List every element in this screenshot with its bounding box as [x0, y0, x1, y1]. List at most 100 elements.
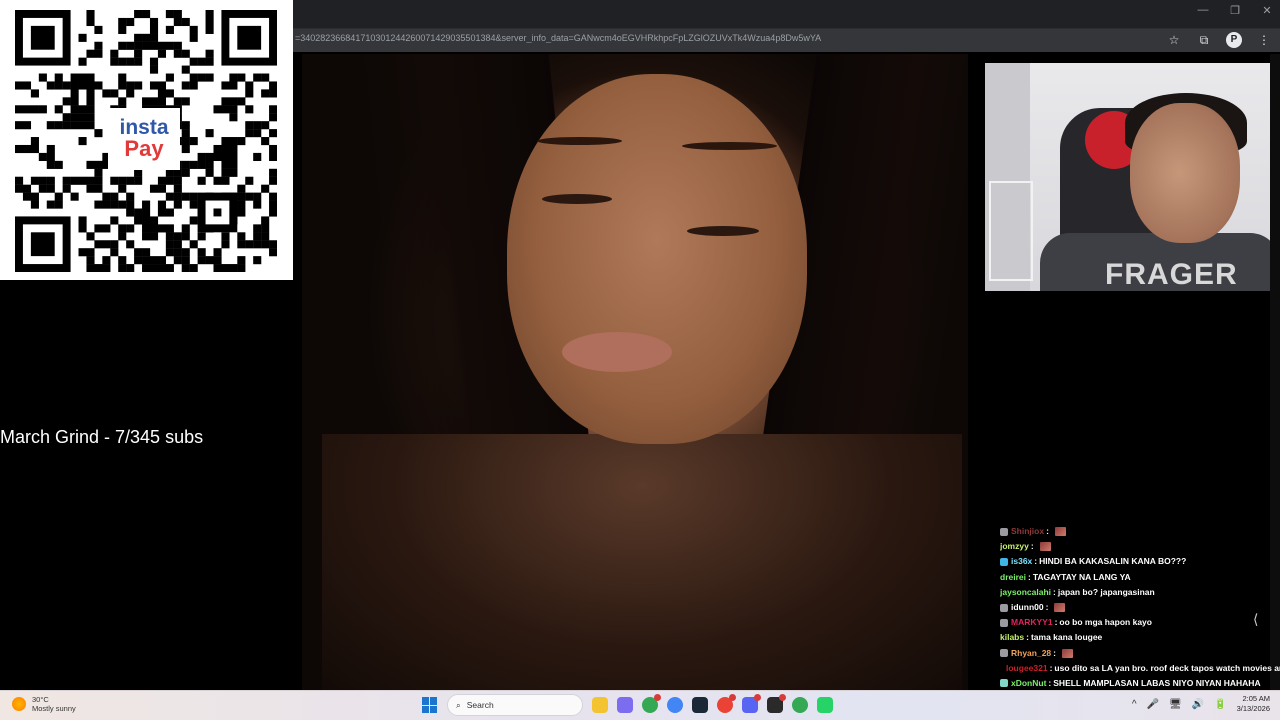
screen: — ❐ ✕ =340282366841710301244260071429035…: [0, 0, 1280, 720]
chat-text: HINDI BA KAKASALIN KANA BO???: [1039, 556, 1187, 567]
weather-widget[interactable]: 30°C Mostly sunny: [12, 695, 76, 713]
start-icon[interactable]: [422, 697, 438, 713]
emote-icon: [1062, 648, 1074, 658]
clock-time: 2:05 AM: [1242, 694, 1270, 703]
video-brow-right: [682, 142, 777, 150]
chat-separator: :: [1028, 571, 1031, 582]
chat-separator: :: [1030, 541, 1034, 552]
sword-badge-icon: [1000, 527, 1008, 536]
chat-username[interactable]: lougee321: [1006, 661, 1048, 676]
chat-separator: :: [1045, 602, 1049, 613]
webcam-gate: [989, 181, 1033, 281]
emote-icon: [1039, 542, 1051, 552]
taskbar-apps: ⌕ Search: [422, 694, 833, 716]
volume-icon[interactable]: 🔊: [1192, 699, 1204, 710]
star-icon[interactable]: ☆: [1166, 32, 1182, 48]
chrome-dev-icon[interactable]: [792, 697, 808, 713]
chat-username[interactable]: idunn00: [1011, 600, 1044, 615]
chat-message: Rhyan_28 :: [1000, 646, 1280, 661]
qr-code-panel: insta Pay: [0, 0, 293, 280]
menu-icon[interactable]: ⋮: [1256, 32, 1272, 48]
chat-message: xDonNut : SHELL MAMPLASAN LABAS NIYO NIY…: [1000, 676, 1280, 690]
chat-separator: :: [1053, 647, 1057, 658]
profile-icon[interactable]: P: [1226, 32, 1242, 48]
close-button[interactable]: ✕: [1260, 4, 1274, 17]
video-eye-left: [542, 194, 612, 204]
copilot-icon[interactable]: [617, 697, 633, 713]
address-bar-icons: ☆ ⧉ P ⋮: [1166, 32, 1272, 48]
chat-username[interactable]: kilabs: [1000, 630, 1024, 645]
sun-icon: [12, 697, 26, 711]
video-face: [507, 74, 807, 444]
video-brow-left: [537, 137, 622, 145]
chat-username[interactable]: Shinjiox: [1011, 524, 1044, 539]
webcam-head: [1130, 103, 1240, 243]
main-video-feed[interactable]: [302, 54, 968, 690]
notification-badge: [729, 694, 736, 701]
chat-message: kilabs : tama kana lougee: [1000, 630, 1280, 645]
microphone-icon[interactable]: 🎤: [1147, 699, 1159, 710]
weather-text: 30°C Mostly sunny: [32, 695, 76, 713]
chat-separator: :: [1026, 632, 1029, 643]
taskbar: 30°C Mostly sunny ⌕ Search ^ 🎤 🖥 🔊 🔋 2:0…: [0, 690, 1280, 720]
discord-icon[interactable]: [742, 694, 761, 713]
maximize-button[interactable]: ❐: [1228, 4, 1242, 17]
chrome-icon[interactable]: [642, 694, 661, 713]
chat-text: japan bo? japangasinan: [1057, 586, 1155, 597]
sub-badge-icon: [1000, 679, 1008, 688]
chrome-alt-icon[interactable]: [667, 697, 683, 713]
tray-overflow-icon[interactable]: ^: [1132, 699, 1137, 710]
chat-overlay: Shinjiox : jomzyy : is36x : HINDI BA KAK…: [1000, 524, 1280, 690]
chat-text: uso dito sa LA yan bro. roof deck tapos …: [1054, 662, 1280, 673]
chat-separator: :: [1048, 677, 1052, 688]
chat-message: idunn00 :: [1000, 600, 1280, 615]
emote-icon: [1054, 603, 1066, 613]
weather-desc: Mostly sunny: [32, 704, 76, 713]
chat-message: Shinjiox :: [1000, 524, 1280, 539]
notification-badge: [654, 694, 661, 701]
chat-username[interactable]: dreirei: [1000, 570, 1026, 585]
chat-username[interactable]: MARKYY1: [1011, 615, 1053, 630]
obs-icon[interactable]: [767, 694, 786, 713]
window-controls: — ❐ ✕: [1196, 4, 1274, 17]
chat-message: lougee321 : uso dito sa LA yan bro. roof…: [1000, 661, 1280, 676]
webcam-feed: FRAGER: [985, 63, 1280, 291]
video-eye-right: [687, 226, 759, 236]
chat-username[interactable]: Rhyan_28: [1011, 646, 1051, 661]
chat-message: is36x : HINDI BA KAKASALIN KANA BO???: [1000, 554, 1280, 569]
file-explorer-icon[interactable]: [592, 697, 608, 713]
chat-username[interactable]: is36x: [1011, 554, 1032, 569]
chat-text: tama kana lougee: [1030, 632, 1103, 643]
instapay-logo: insta Pay: [108, 108, 180, 170]
minimize-button[interactable]: —: [1196, 4, 1210, 17]
instapay-logo-bottom: Pay: [124, 136, 164, 161]
display-icon[interactable]: 🖥: [1169, 699, 1182, 710]
extensions-icon[interactable]: ⧉: [1196, 32, 1212, 48]
address-bar[interactable]: =340282366841710301244260071429035501384…: [293, 28, 1280, 52]
chat-text: oo bo mga hapon kayo: [1059, 617, 1152, 628]
shirt-print: FRAGER: [1105, 258, 1238, 291]
url-text[interactable]: =340282366841710301244260071429035501384…: [295, 33, 1155, 43]
sword-badge-icon: [1000, 649, 1008, 658]
video-lips: [562, 332, 672, 372]
instapay-logo-top: insta: [119, 116, 169, 139]
battery-icon[interactable]: 🔋: [1214, 699, 1226, 710]
chat-username[interactable]: xDonNut: [1011, 676, 1046, 690]
notification-badge: [779, 694, 786, 701]
chat-username[interactable]: jomzyy: [1000, 539, 1029, 554]
search-icon: ⌕: [456, 699, 461, 710]
chat-message: MARKYY1 : oo bo mga hapon kayo: [1000, 615, 1280, 630]
clock[interactable]: 2:05 AM 3/13/2026: [1237, 694, 1270, 714]
sword-badge-icon: [1000, 618, 1008, 627]
chat-collapse-icon[interactable]: ⟨: [1253, 611, 1258, 628]
chat-message: jomzyy :: [1000, 539, 1280, 554]
taskbar-search[interactable]: ⌕ Search: [447, 694, 583, 716]
tiktok-studio-icon[interactable]: [817, 697, 833, 713]
chat-separator: :: [1049, 662, 1053, 673]
system-tray: ^ 🎤 🖥 🔊 🔋 2:05 AM 3/13/2026: [1132, 694, 1270, 714]
chat-separator: :: [1054, 617, 1058, 628]
notification-badge: [754, 694, 761, 701]
steam-icon[interactable]: [692, 697, 708, 713]
chat-username[interactable]: jaysoncalahi: [1000, 585, 1051, 600]
chrome-profile-icon[interactable]: [717, 694, 736, 713]
